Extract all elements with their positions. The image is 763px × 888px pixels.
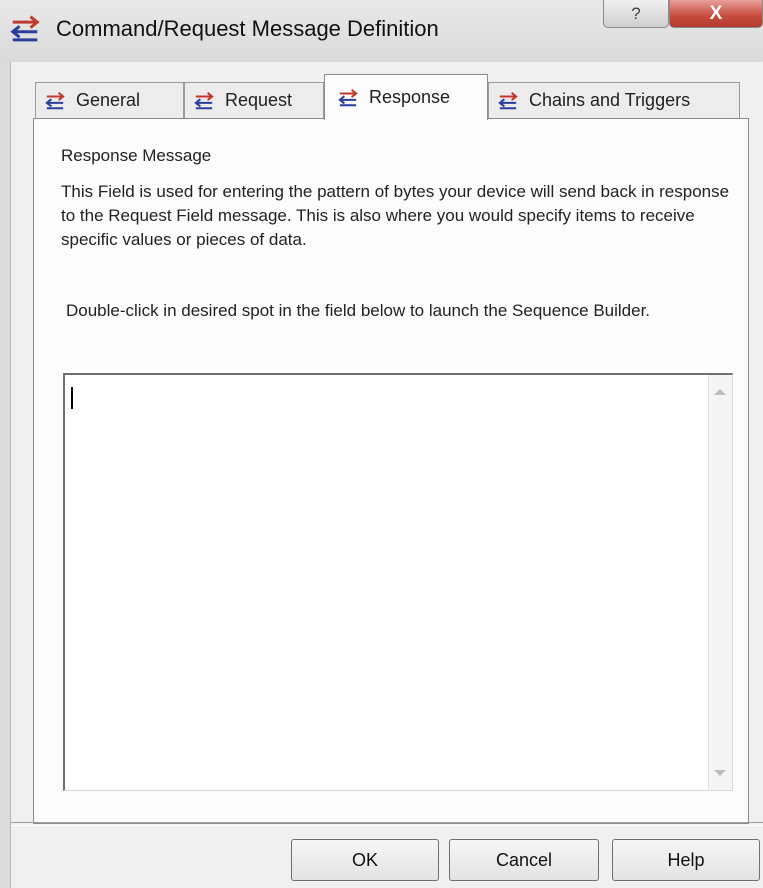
arrows-icon <box>338 88 358 106</box>
tab-label: General <box>76 90 141 110</box>
arrows-icon <box>45 91 65 109</box>
question-icon: ? <box>631 3 641 23</box>
close-icon: X <box>709 2 723 24</box>
arrows-icon <box>194 91 214 109</box>
tab-label: Chains and Triggers <box>529 90 691 110</box>
response-tab-panel: Response Message This Field is used for … <box>33 118 749 824</box>
tab-label: Request <box>225 90 293 110</box>
help-button[interactable]: Help <box>612 839 760 881</box>
scroll-up-arrow-icon[interactable] <box>714 389 726 395</box>
scroll-down-arrow-icon[interactable] <box>714 770 726 776</box>
tab-request[interactable]: Request <box>184 82 324 118</box>
section-heading: Response Message <box>61 146 212 165</box>
instruction-text: Double-click in desired spot in the fiel… <box>66 301 651 320</box>
window-title: Command/Request Message Definition <box>56 16 439 41</box>
divider <box>11 822 763 826</box>
ok-button[interactable]: OK <box>291 839 439 881</box>
response-message-field[interactable] <box>63 373 733 791</box>
description-text: This Field is used for entering the patt… <box>61 182 730 249</box>
text-caret <box>71 387 73 409</box>
tab-response[interactable]: Response <box>324 74 488 120</box>
help-titlebar-button[interactable]: ? <box>603 0 669 28</box>
dialog-body: General Request Response Chains and Trig… <box>10 62 763 888</box>
title-bar: Command/Request Message Definition ? X <box>0 0 763 62</box>
tab-chains-and-triggers[interactable]: Chains and Triggers <box>488 82 740 118</box>
cancel-button[interactable]: Cancel <box>449 839 599 881</box>
arrows-icon <box>498 91 518 109</box>
vertical-scrollbar[interactable] <box>708 375 732 790</box>
app-arrows-icon <box>11 15 39 42</box>
tab-label: Response <box>369 87 451 107</box>
close-button[interactable]: X <box>669 0 763 28</box>
tab-general[interactable]: General <box>35 82 184 118</box>
